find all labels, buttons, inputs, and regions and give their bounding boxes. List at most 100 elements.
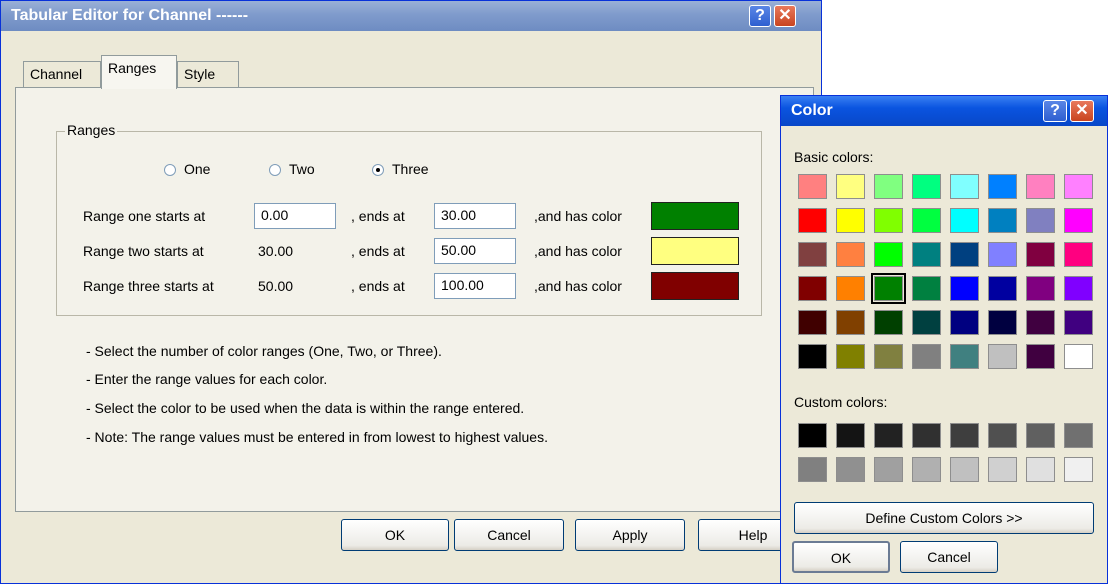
basic-color-swatch[interactable] <box>1064 276 1093 301</box>
custom-color-swatch[interactable] <box>836 423 865 448</box>
basic-color-swatch[interactable] <box>798 208 827 233</box>
help-icon[interactable]: ? <box>1043 100 1067 122</box>
custom-color-swatch[interactable] <box>874 457 903 482</box>
apply-button[interactable]: Apply <box>575 519 685 551</box>
basic-color-swatch[interactable] <box>874 310 903 335</box>
basic-color-swatch[interactable] <box>950 242 979 267</box>
radio-three-label: Three <box>392 161 429 177</box>
custom-color-swatch[interactable] <box>836 457 865 482</box>
basic-color-swatch[interactable] <box>874 344 903 369</box>
custom-color-swatch[interactable] <box>1026 423 1055 448</box>
basic-color-swatch[interactable] <box>1026 344 1055 369</box>
radio-three-dot[interactable] <box>372 164 384 176</box>
cancel-button[interactable]: Cancel <box>454 519 564 551</box>
basic-color-swatch[interactable] <box>874 242 903 267</box>
basic-color-swatch[interactable] <box>912 242 941 267</box>
basic-color-swatch[interactable] <box>798 344 827 369</box>
color-cancel-button[interactable]: Cancel <box>900 541 998 573</box>
tab-style[interactable]: Style <box>177 61 239 87</box>
range-two-color-swatch[interactable] <box>651 237 739 265</box>
range-two-label: Range two starts at <box>83 243 204 259</box>
range-three-color-swatch[interactable] <box>651 272 739 300</box>
note-line: - Enter the range values for each color. <box>86 371 328 387</box>
define-custom-colors-button[interactable]: Define Custom Colors >> <box>794 502 1094 534</box>
basic-color-swatch[interactable] <box>912 310 941 335</box>
basic-color-swatch[interactable] <box>1026 174 1055 199</box>
basic-color-swatch[interactable] <box>874 208 903 233</box>
basic-color-swatch[interactable] <box>950 310 979 335</box>
custom-color-swatch[interactable] <box>950 423 979 448</box>
basic-color-swatch[interactable] <box>950 208 979 233</box>
basic-color-swatch[interactable] <box>1026 310 1055 335</box>
basic-color-swatch[interactable] <box>912 174 941 199</box>
help-icon[interactable]: ? <box>749 5 771 27</box>
basic-color-swatch[interactable] <box>836 242 865 267</box>
custom-color-swatch[interactable] <box>988 457 1017 482</box>
basic-color-swatch[interactable] <box>988 276 1017 301</box>
range-one-color-swatch[interactable] <box>651 202 739 230</box>
range-three-label: Range three starts at <box>83 278 214 294</box>
basic-color-swatch[interactable] <box>1064 242 1093 267</box>
radio-three[interactable]: Three <box>372 161 429 177</box>
range-one-end-input[interactable]: 30.00 <box>434 203 516 229</box>
custom-color-swatch[interactable] <box>874 423 903 448</box>
basic-color-swatch[interactable] <box>798 310 827 335</box>
basic-color-swatch[interactable] <box>1064 344 1093 369</box>
range-one-color-label: ,and has color <box>534 208 622 224</box>
basic-color-swatch[interactable] <box>912 276 941 301</box>
basic-color-swatch[interactable] <box>798 174 827 199</box>
close-icon[interactable]: ✕ <box>774 5 796 27</box>
tab-channel[interactable]: Channel <box>23 61 101 87</box>
color-title-bar[interactable]: Color ? ✕ <box>781 96 1107 126</box>
basic-color-swatch[interactable] <box>1064 310 1093 335</box>
radio-one-dot[interactable] <box>164 164 176 176</box>
custom-color-swatch[interactable] <box>798 423 827 448</box>
basic-color-swatch[interactable] <box>1064 208 1093 233</box>
color-ok-button[interactable]: OK <box>792 541 890 573</box>
basic-color-swatch[interactable] <box>988 344 1017 369</box>
ok-button[interactable]: OK <box>341 519 449 551</box>
custom-color-swatch[interactable] <box>912 423 941 448</box>
custom-color-swatch[interactable] <box>988 423 1017 448</box>
basic-color-swatch[interactable] <box>871 273 906 304</box>
basic-color-swatch[interactable] <box>988 242 1017 267</box>
range-three-end-input[interactable]: 100.00 <box>434 273 516 299</box>
radio-two-dot[interactable] <box>269 164 281 176</box>
tab-style-label: Style <box>184 66 216 82</box>
custom-color-swatch[interactable] <box>798 457 827 482</box>
radio-two[interactable]: Two <box>269 161 315 177</box>
basic-color-swatch[interactable] <box>1026 242 1055 267</box>
custom-color-swatch[interactable] <box>1026 457 1055 482</box>
note-line: - Select the color to be used when the d… <box>86 400 525 416</box>
basic-color-swatch[interactable] <box>836 344 865 369</box>
basic-color-swatch[interactable] <box>1026 276 1055 301</box>
basic-color-swatch[interactable] <box>950 174 979 199</box>
basic-color-swatch[interactable] <box>874 174 903 199</box>
basic-color-swatch[interactable] <box>836 310 865 335</box>
basic-color-swatch[interactable] <box>836 174 865 199</box>
basic-color-swatch[interactable] <box>912 208 941 233</box>
basic-color-swatch[interactable] <box>988 310 1017 335</box>
basic-color-swatch[interactable] <box>836 208 865 233</box>
basic-color-swatch[interactable] <box>950 276 979 301</box>
title-bar[interactable]: Tabular Editor for Channel ------ ? ✕ <box>1 1 821 31</box>
custom-color-swatch[interactable] <box>950 457 979 482</box>
basic-color-swatch[interactable] <box>798 276 827 301</box>
range-one-start-input[interactable]: 0.00 <box>254 203 336 229</box>
radio-one[interactable]: One <box>164 161 210 177</box>
range-two-end-input[interactable]: 50.00 <box>434 238 516 264</box>
basic-color-swatch[interactable] <box>988 174 1017 199</box>
basic-color-swatch[interactable] <box>836 276 865 301</box>
basic-color-swatch[interactable] <box>912 344 941 369</box>
basic-color-swatch[interactable] <box>1026 208 1055 233</box>
radio-two-label: Two <box>289 161 315 177</box>
basic-color-swatch[interactable] <box>798 242 827 267</box>
basic-color-swatch[interactable] <box>950 344 979 369</box>
custom-color-swatch[interactable] <box>1064 423 1093 448</box>
basic-color-swatch[interactable] <box>988 208 1017 233</box>
custom-color-swatch[interactable] <box>1064 457 1093 482</box>
basic-color-swatch[interactable] <box>1064 174 1093 199</box>
custom-color-swatch[interactable] <box>912 457 941 482</box>
close-icon[interactable]: ✕ <box>1070 100 1094 122</box>
tab-ranges[interactable]: Ranges <box>101 55 177 89</box>
